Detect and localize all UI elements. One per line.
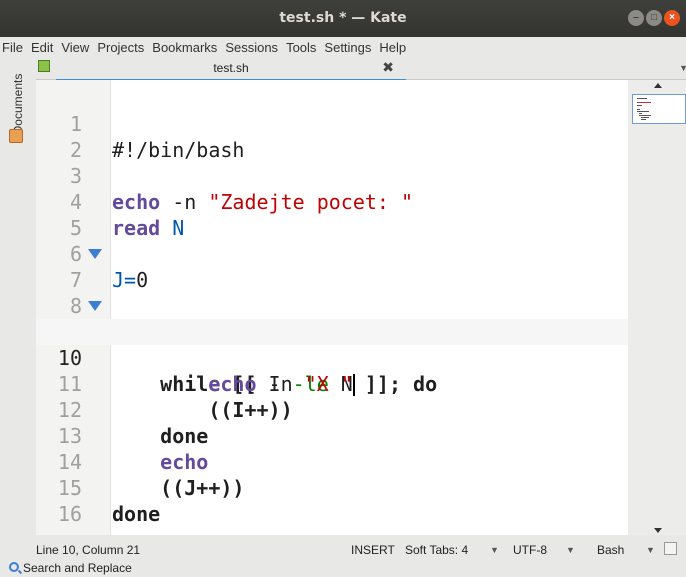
code-line[interactable]: 3 echo -n "Zadejte pocet: " — [36, 137, 628, 214]
title-bar: test.sh * — Kate – □ × — [0, 0, 686, 37]
cursor-position[interactable]: Line 10, Column 21 — [36, 543, 140, 557]
syntax-mode[interactable]: Bash — [597, 543, 624, 557]
tab-bar: test.sh ✖ ▼ — [36, 57, 686, 81]
minimap-viewport[interactable] — [632, 94, 686, 124]
search-icon — [9, 562, 19, 572]
document-icon[interactable] — [38, 60, 50, 72]
status-bar: Line 10, Column 21 INSERT Soft Tabs: 4 ▼… — [0, 541, 686, 559]
code-line[interactable]: 12 done — [36, 371, 628, 448]
menu-projects[interactable]: Projects — [97, 40, 144, 55]
minimize-button[interactable]: – — [628, 10, 644, 26]
scroll-up-icon[interactable] — [654, 83, 662, 88]
code-line[interactable]: 2 — [36, 111, 628, 162]
menu-bar: File Edit View Projects Bookmarks Sessio… — [0, 37, 686, 57]
documents-tab[interactable]: Documents — [7, 61, 25, 147]
code-line[interactable]: 13 echo — [36, 397, 628, 474]
tab-test-sh[interactable]: test.sh ✖ — [56, 57, 406, 81]
code-line[interactable]: 5 — [36, 189, 628, 240]
code-line[interactable]: 14 ((J++)) — [36, 423, 628, 500]
search-and-replace-bar[interactable]: Search and Replace — [0, 559, 686, 577]
code-line[interactable]: 15 done — [36, 449, 628, 526]
code-line[interactable]: 4 read N — [36, 163, 628, 240]
menu-bookmarks[interactable]: Bookmarks — [152, 40, 217, 55]
code-line[interactable]: 9 while [[ I -le N ]]; do — [36, 293, 628, 396]
code-text: done — [112, 502, 161, 526]
maximize-button[interactable]: □ — [646, 10, 662, 26]
fold-arrow-icon[interactable] — [88, 301, 102, 311]
chevron-down-icon[interactable]: ▼ — [646, 545, 655, 555]
input-mode[interactable]: INSERT — [351, 543, 395, 557]
window-controls: – □ × — [628, 10, 680, 26]
code-line[interactable]: 8 I=0 — [36, 267, 628, 344]
menu-edit[interactable]: Edit — [31, 40, 53, 55]
code-line[interactable]: 1 #!/bin/bash — [36, 85, 628, 162]
line-number: 16 — [57, 502, 82, 526]
encoding-setting[interactable]: UTF-8 — [513, 543, 547, 557]
menu-settings[interactable]: Settings — [324, 40, 371, 55]
tab-label: test.sh — [213, 61, 249, 75]
chevron-down-icon[interactable]: ▼ — [566, 545, 575, 555]
scroll-down-icon[interactable] — [654, 528, 662, 533]
search-and-replace-label: Search and Replace — [23, 561, 132, 575]
chevron-down-icon[interactable]: ▼ — [679, 63, 686, 73]
menu-file[interactable]: File — [2, 40, 23, 55]
chevron-down-icon[interactable]: ▼ — [490, 545, 499, 555]
close-button[interactable]: × — [664, 10, 680, 26]
code-line[interactable]: 6 J=0 — [36, 215, 628, 292]
folder-icon — [9, 129, 23, 143]
close-tab-icon[interactable]: ✖ — [382, 59, 394, 76]
code-line[interactable]: 7 while [[ J -le N ]]; do — [36, 241, 628, 344]
menu-sessions[interactable]: Sessions — [225, 40, 278, 55]
code-line[interactable]: 16 — [36, 475, 628, 526]
indentation-setting[interactable]: Soft Tabs: 4 — [405, 543, 468, 557]
code-line[interactable]: 11 ((I++)) — [36, 345, 628, 422]
window-title: test.sh * — Kate — [279, 10, 407, 26]
minimap-scrollbar[interactable] — [628, 80, 686, 535]
fold-arrow-icon[interactable] — [88, 249, 102, 259]
document-icon[interactable] — [664, 542, 677, 555]
code-line-current[interactable]: 10 echo -n "X " — [36, 319, 628, 396]
menu-tools[interactable]: Tools — [286, 40, 316, 55]
menu-view[interactable]: View — [61, 40, 89, 55]
left-sidebar: Documents — [0, 57, 30, 577]
code-editor[interactable]: 1 #!/bin/bash 2 3 echo -n "Zadejte pocet… — [36, 80, 628, 535]
menu-help[interactable]: Help — [379, 40, 406, 55]
